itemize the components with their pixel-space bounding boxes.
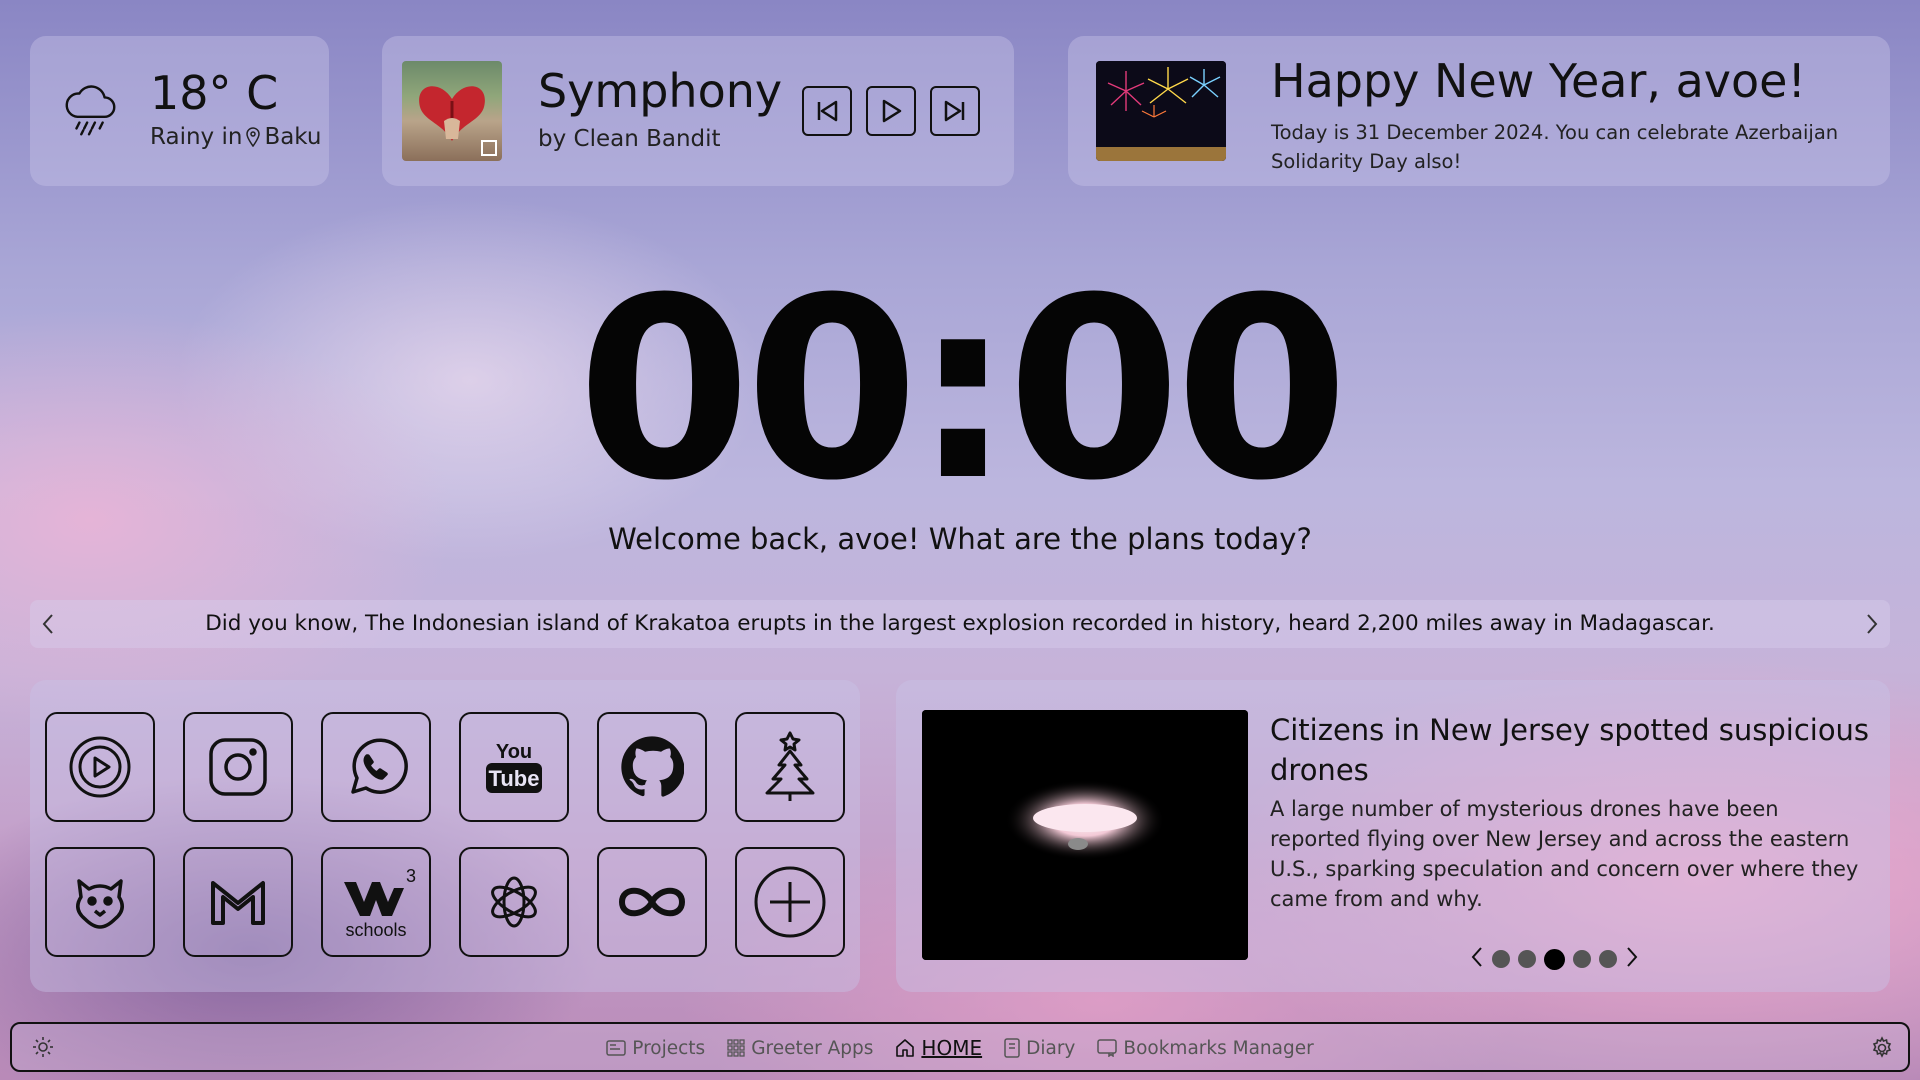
diary-icon — [1004, 1038, 1020, 1058]
cloud-rain-icon — [65, 85, 116, 136]
whatsapp-icon — [351, 738, 408, 794]
greeting-card: Happy New Year, avoe! Today is 31 Decemb… — [1068, 36, 1890, 186]
youtube-bottom-text: Tube — [489, 766, 540, 791]
news-next-button[interactable] — [1625, 946, 1639, 972]
nav-item-home[interactable]: HOME — [895, 1036, 982, 1060]
news-page-dot[interactable] — [1518, 950, 1536, 968]
app-christmas-tree[interactable] — [735, 712, 845, 822]
music-player: Symphony by Clean Bandit — [382, 36, 1014, 186]
next-button[interactable] — [930, 86, 980, 136]
grid-icon — [727, 1039, 745, 1057]
nav-label: HOME — [921, 1036, 983, 1060]
previous-icon — [817, 100, 838, 122]
news-page-dot[interactable] — [1599, 950, 1617, 968]
gear-icon — [1872, 1036, 1892, 1058]
home-icon — [896, 1039, 915, 1057]
news-page-dot[interactable] — [1573, 950, 1591, 968]
song-title: Symphony — [538, 64, 783, 118]
news-title: Citizens in New Jersey spotted suspiciou… — [1270, 713, 1870, 787]
app-github[interactable] — [597, 712, 707, 822]
news-carousel: Citizens in New Jersey spotted suspiciou… — [896, 680, 1890, 992]
christmas-tree-icon — [765, 731, 815, 801]
news-page-dot[interactable] — [1492, 950, 1510, 968]
fact-text: Did you know, The Indonesian island of K… — [205, 611, 1715, 636]
previous-button[interactable] — [802, 86, 852, 136]
bottom-nav: Projects Greeter Apps HOME Diary Bookmar… — [10, 1022, 1910, 1072]
weather-widget: 18° C Rainy in Baku — [30, 36, 329, 186]
nav-item-bookmarks-manager[interactable]: Bookmarks Manager — [1097, 1036, 1314, 1060]
fact-next-button[interactable] — [1860, 611, 1884, 637]
openai-icon — [491, 876, 537, 928]
temperature: 18° C — [150, 66, 279, 120]
app-bird[interactable] — [45, 847, 155, 957]
gmail-icon — [211, 881, 265, 925]
nav-label: Bookmarks Manager — [1123, 1037, 1314, 1059]
bookmarks-icon — [1097, 1039, 1118, 1057]
news-image — [922, 710, 1248, 960]
play-circle-icon — [69, 736, 131, 798]
weather-location: Rainy in Baku — [150, 124, 322, 150]
album-cover — [402, 61, 502, 161]
app-player[interactable] — [45, 712, 155, 822]
nav-label: Projects — [632, 1037, 706, 1059]
add-app-button[interactable] — [735, 847, 845, 957]
weather-city: Baku — [264, 124, 322, 150]
bird-icon — [76, 879, 124, 929]
apps-grid: You Tube 3 schools — [30, 680, 860, 992]
app-instagram[interactable] — [183, 712, 293, 822]
instagram-icon — [209, 738, 267, 796]
chevron-left-icon — [1471, 947, 1482, 967]
next-icon — [944, 100, 965, 122]
nav-item-diary[interactable]: Diary — [1004, 1036, 1075, 1060]
weather-condition: Rainy in — [150, 124, 243, 150]
chevron-left-icon — [42, 614, 53, 634]
greeting-subtitle: Today is 31 December 2024. You can celeb… — [1271, 121, 1839, 173]
nav-label: Greeter Apps — [751, 1037, 874, 1059]
app-w3schools[interactable]: 3 schools — [321, 847, 431, 957]
app-openai[interactable] — [459, 847, 569, 957]
welcome-message: Welcome back, avoe! What are the plans t… — [608, 522, 1312, 556]
fact-carousel: Did you know, The Indonesian island of K… — [30, 600, 1890, 648]
w3schools-label: schools — [345, 920, 406, 940]
w3schools-icon: 3 schools — [344, 866, 416, 940]
location-pin-icon — [246, 127, 261, 147]
song-artist: by Clean Bandit — [538, 126, 721, 152]
svg-text:3: 3 — [406, 866, 416, 886]
clock: 00:00 — [577, 244, 1349, 535]
app-whatsapp[interactable] — [321, 712, 431, 822]
chevron-right-icon — [1867, 614, 1878, 634]
nav-label: Diary — [1026, 1037, 1076, 1059]
chevron-right-icon — [1627, 947, 1638, 967]
projects-icon — [606, 1040, 627, 1056]
news-prev-button[interactable] — [1470, 946, 1484, 972]
news-body: A large number of mysterious drones have… — [1270, 797, 1859, 911]
fact-prev-button[interactable] — [36, 611, 60, 637]
app-gmail[interactable] — [183, 847, 293, 957]
play-icon — [882, 99, 902, 123]
add-icon — [754, 866, 826, 938]
youtube-icon: You Tube — [486, 741, 542, 793]
settings-button[interactable] — [1870, 1036, 1894, 1064]
news-pagination — [1470, 946, 1639, 972]
news-page-dot-active[interactable] — [1544, 948, 1565, 970]
app-infinity[interactable] — [597, 847, 707, 957]
greeting-title: Happy New Year, avoe! — [1271, 54, 1806, 108]
app-youtube[interactable]: You Tube — [459, 712, 569, 822]
nav-item-greeter-apps[interactable]: Greeter Apps — [727, 1036, 873, 1060]
fireworks-image — [1096, 61, 1226, 161]
play-button[interactable] — [866, 86, 916, 136]
github-icon — [621, 736, 684, 797]
youtube-top-text: You — [496, 741, 532, 763]
nav-item-projects[interactable]: Projects — [606, 1036, 705, 1060]
infinity-icon — [618, 887, 686, 917]
